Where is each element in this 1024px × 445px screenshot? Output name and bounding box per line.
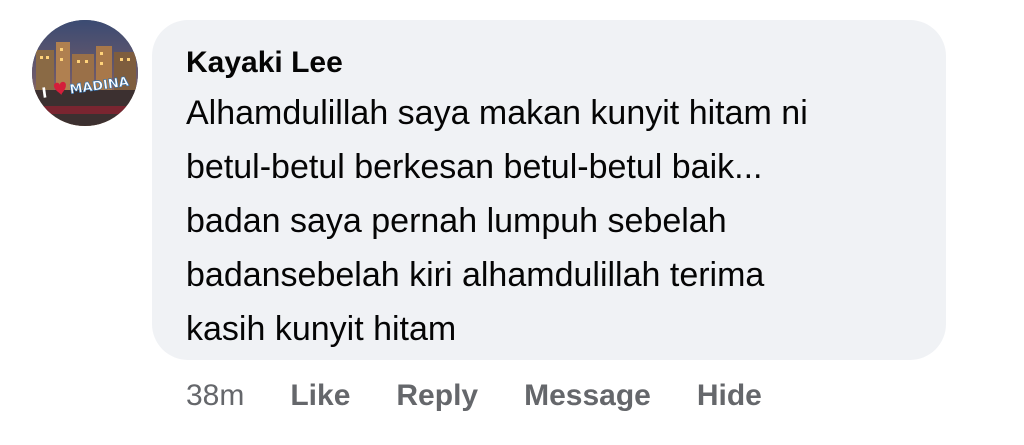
- comment-text-line: badansebelah kiri alhamdulillah terima: [186, 256, 765, 294]
- comment-text: Alhamdulillah saya makan kunyit hitam ni…: [186, 86, 926, 356]
- comment-text-line: betul-betul berkesan betul-betul baik...: [186, 148, 763, 186]
- message-button[interactable]: Message: [524, 379, 651, 413]
- like-button[interactable]: Like: [290, 379, 350, 413]
- comment-text-line: Alhamdulillah saya makan kunyit hitam ni: [186, 94, 808, 132]
- comment-text-line: badan saya pernah lumpuh sebelah: [186, 202, 727, 240]
- comment-bubble: Kayaki Lee Alhamdulillah saya makan kuny…: [152, 20, 946, 360]
- comment-text-line: kasih kunyit hitam: [186, 310, 457, 348]
- avatar[interactable]: I MADINA: [32, 20, 138, 126]
- comment-actions: 38m Like Reply Message Hide: [186, 374, 762, 418]
- comment-author[interactable]: Kayaki Lee: [186, 45, 343, 81]
- reply-button[interactable]: Reply: [396, 379, 478, 413]
- comment: I MADINA Kayaki Lee Alhamdulillah saya m…: [0, 0, 1024, 445]
- hide-button[interactable]: Hide: [697, 379, 762, 413]
- avatar-image: I MADINA: [32, 20, 138, 126]
- comment-timestamp[interactable]: 38m: [186, 379, 244, 413]
